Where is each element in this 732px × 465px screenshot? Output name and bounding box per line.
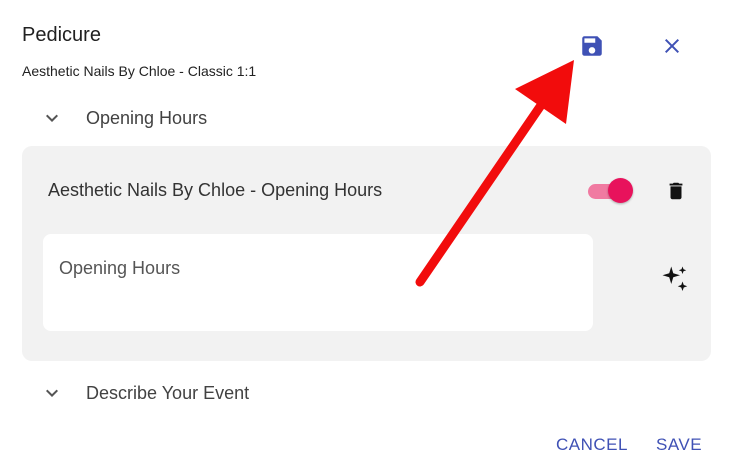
section-describe-event[interactable]: Describe Your Event	[40, 379, 249, 407]
sparkle-icon	[662, 266, 688, 291]
save-icon	[582, 36, 602, 56]
chevron-down-icon	[46, 389, 58, 397]
toggle-thumb	[608, 178, 633, 203]
opening-hours-input[interactable]: Opening Hours	[43, 234, 593, 331]
enable-toggle[interactable]	[586, 176, 636, 204]
section-label: Describe Your Event	[86, 382, 250, 403]
opening-hours-panel: Aesthetic Nails By Chloe - Opening Hours…	[22, 146, 711, 361]
close-icon-button[interactable]	[654, 28, 690, 64]
save-button[interactable]: SAVE	[656, 435, 702, 455]
dialog-subtitle: Aesthetic Nails By Chloe - Classic 1:1	[22, 63, 257, 79]
ai-generate-button[interactable]	[658, 262, 692, 296]
input-placeholder: Opening Hours	[59, 258, 181, 278]
section-label: Opening Hours	[86, 107, 208, 128]
trash-icon	[669, 182, 683, 200]
close-icon	[665, 39, 679, 53]
panel-title: Aesthetic Nails By Chloe - Opening Hours	[48, 180, 383, 200]
section-opening-hours[interactable]: Opening Hours	[40, 104, 207, 132]
chevron-down-icon	[46, 114, 58, 122]
save-icon-button[interactable]	[574, 28, 610, 64]
delete-button[interactable]	[662, 176, 690, 206]
dialog-title: Pedicure	[22, 24, 101, 46]
cancel-button[interactable]: CANCEL	[556, 435, 628, 455]
